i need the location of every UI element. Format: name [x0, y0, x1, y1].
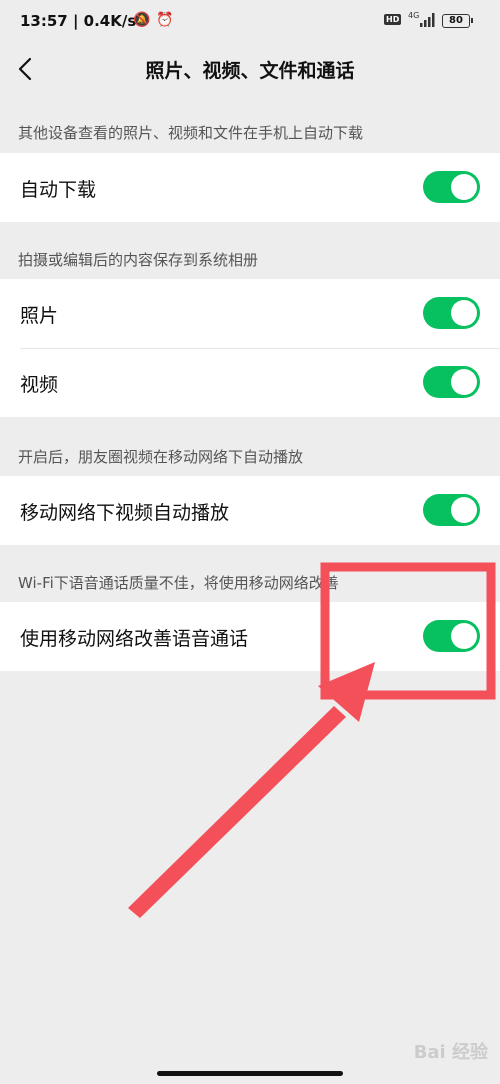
setting-row-photos[interactable]: 照片	[0, 279, 500, 348]
annotation-arrow	[128, 662, 375, 918]
voice-call-toggle[interactable]	[423, 620, 480, 652]
home-indicator[interactable]	[157, 1071, 343, 1076]
setting-label: 使用移动网络改善语音通话	[20, 628, 249, 650]
mute-icon: 🔕	[133, 12, 151, 28]
toggle-knob	[451, 300, 477, 326]
section-label-auto-download: 其他设备查看的照片、视频和文件在手机上自动下载	[18, 124, 364, 142]
toggle-knob	[451, 497, 477, 523]
auto-download-toggle[interactable]	[423, 171, 480, 203]
toggle-knob	[451, 369, 477, 395]
network-type: 4G	[408, 11, 420, 20]
section-label-voice-call: Wi-Fi下语音通话质量不佳，将使用移动网络改善	[18, 574, 339, 592]
nav-bar: 照片、视频、文件和通话	[0, 44, 500, 96]
hd-badge: HD	[384, 14, 402, 25]
toggle-knob	[451, 623, 477, 649]
settings-group-save-to-album: 照片 视频	[0, 279, 500, 417]
alarm-icon: ⏰	[156, 12, 174, 28]
page-title: 照片、视频、文件和通话	[145, 60, 355, 82]
section-label-save-to-album: 拍摄或编辑后的内容保存到系统相册	[18, 251, 259, 269]
section-label-moments-autoplay: 开启后，朋友圈视频在移动网络下自动播放	[18, 448, 304, 466]
setting-label: 照片	[20, 305, 59, 327]
settings-group-auto-download: 自动下载	[0, 153, 500, 222]
settings-group-moments-autoplay: 移动网络下视频自动播放	[0, 476, 500, 545]
setting-row-voice-call[interactable]: 使用移动网络改善语音通话	[0, 602, 500, 671]
toggle-knob	[451, 174, 477, 200]
status-bar: 13:57 | 0.4K/s 🔕 ⏰ HD 4G 80	[0, 0, 500, 44]
settings-group-voice-call: 使用移动网络改善语音通话	[0, 602, 500, 671]
photos-toggle[interactable]	[423, 297, 480, 329]
setting-row-auto-download[interactable]: 自动下载	[0, 153, 500, 222]
mobile-autoplay-toggle[interactable]	[423, 494, 480, 526]
setting-row-mobile-autoplay[interactable]: 移动网络下视频自动播放	[0, 476, 500, 545]
watermark-logo: Bai 经验	[413, 1042, 488, 1063]
setting-label: 自动下载	[20, 179, 97, 201]
setting-row-videos[interactable]: 视频	[0, 348, 500, 417]
signal-icon	[420, 13, 435, 27]
setting-label: 视频	[20, 374, 59, 396]
setting-label: 移动网络下视频自动播放	[20, 502, 230, 524]
battery-icon: 80	[442, 14, 473, 28]
status-time: 13:57 | 0.4K/s	[20, 12, 137, 30]
videos-toggle[interactable]	[423, 366, 480, 398]
